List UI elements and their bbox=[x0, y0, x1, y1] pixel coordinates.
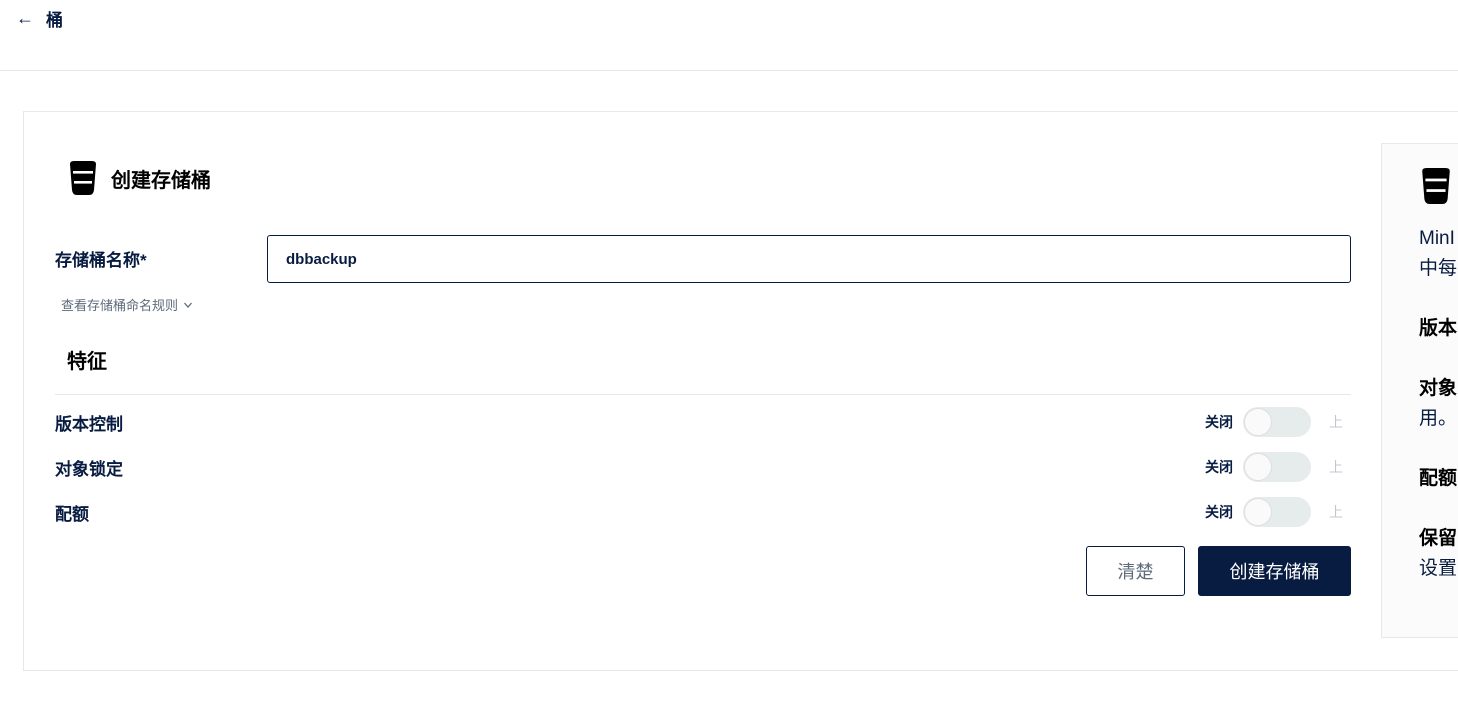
back-button[interactable]: ← 桶 bbox=[16, 6, 63, 30]
feature-row-quota: 配额 关闭 上 bbox=[55, 497, 1351, 527]
help-object-lock-heading: 对象 bbox=[1419, 378, 1458, 399]
toggle-knob bbox=[1244, 453, 1272, 481]
naming-rules-label[interactable]: 查看存储桶命名规则 bbox=[61, 295, 178, 314]
toggle-off-label: 关闭 bbox=[1205, 459, 1233, 475]
help-intro-line-2: 中每 bbox=[1419, 258, 1458, 279]
top-bar: ← 桶 bbox=[0, 0, 1458, 71]
feature-row-versioning: 版本控制 关闭 上 bbox=[55, 407, 1351, 437]
bucket-icon bbox=[1422, 168, 1450, 204]
toggle-off-label: 关闭 bbox=[1205, 414, 1233, 430]
versioning-label: 版本控制 bbox=[55, 414, 123, 434]
feature-row-object-lock: 对象锁定 关闭 上 bbox=[55, 452, 1351, 482]
toggle-off-label: 关闭 bbox=[1205, 504, 1233, 520]
help-object-lock-text: 用。 bbox=[1419, 408, 1458, 429]
clear-button[interactable]: 清楚 bbox=[1086, 546, 1185, 596]
toggle-on-label: 上 bbox=[1329, 504, 1343, 520]
toggle-knob bbox=[1244, 408, 1272, 436]
chevron-down-icon[interactable] bbox=[183, 300, 193, 310]
toggle-on-label: 上 bbox=[1329, 459, 1343, 475]
features-divider bbox=[55, 394, 1351, 395]
bucket-icon bbox=[70, 161, 96, 195]
versioning-toggle-group: 关闭 上 bbox=[1205, 407, 1351, 437]
page-title: 创建存储桶 bbox=[111, 169, 211, 192]
help-intro-line-1: MinI bbox=[1419, 228, 1455, 249]
help-retention-text: 设置 bbox=[1419, 558, 1458, 579]
create-bucket-button[interactable]: 创建存储桶 bbox=[1198, 546, 1351, 596]
back-label[interactable]: 桶 bbox=[46, 6, 63, 31]
help-quota-heading: 配额 bbox=[1419, 468, 1458, 489]
arrow-left-icon[interactable]: ← bbox=[16, 9, 34, 27]
toggle-on-label: 上 bbox=[1329, 414, 1343, 430]
create-bucket-card: 创建存储桶 存储桶名称* 查看存储桶命名规则 特征 版本控制 关闭 上 对象锁定… bbox=[23, 111, 1458, 671]
toggle-knob bbox=[1244, 498, 1272, 526]
help-retention-heading: 保留 bbox=[1419, 528, 1458, 549]
quota-toggle-group: 关闭 上 bbox=[1205, 497, 1351, 527]
help-versioning-heading: 版本 bbox=[1419, 318, 1458, 339]
help-panel: MinI 中每 版本 对象 用。 配额 保留 设置 bbox=[1381, 143, 1458, 638]
quota-toggle[interactable] bbox=[1243, 497, 1311, 527]
form-title: 创建存储桶 bbox=[67, 161, 211, 195]
features-heading: 特征 bbox=[67, 351, 107, 373]
bucket-name-input[interactable] bbox=[267, 235, 1351, 283]
object-lock-toggle[interactable] bbox=[1243, 452, 1311, 482]
bucket-name-label: 存储桶名称* bbox=[55, 251, 147, 270]
quota-label: 配额 bbox=[55, 504, 89, 524]
versioning-toggle[interactable] bbox=[1243, 407, 1311, 437]
naming-rules-toggle[interactable]: 查看存储桶命名规则 bbox=[61, 295, 193, 314]
object-lock-toggle-group: 关闭 上 bbox=[1205, 452, 1351, 482]
object-lock-label: 对象锁定 bbox=[55, 459, 123, 479]
